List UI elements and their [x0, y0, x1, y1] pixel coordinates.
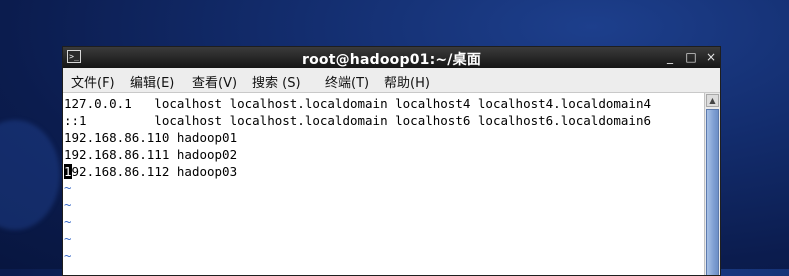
menu-help[interactable]: 帮助(H) [384, 72, 430, 91]
terminal-content[interactable]: 127.0.0.1 localhost localhost.localdomai… [63, 93, 704, 275]
terminal-line: 192.168.86.111 hadoop02 [64, 147, 238, 162]
terminal-line: 127.0.0.1 localhost localhost.localdomai… [64, 96, 651, 111]
empty-line-marker: ~ [64, 180, 72, 195]
terminal-line: ::1 localhost localhost.localdomain loca… [64, 113, 651, 128]
terminal-line-cursor: 192.168.86.112 hadoop03 [64, 163, 237, 180]
empty-line-marker: ~ [64, 214, 72, 229]
text-cursor: 1 [64, 164, 72, 179]
menu-terminal[interactable]: 终端(T) [325, 72, 369, 91]
maximize-button[interactable]: □ [683, 48, 699, 66]
terminal-line-text: 92.168.86.112 hadoop03 [71, 164, 238, 179]
window-title: root@hadoop01:~/桌面 [301, 52, 482, 68]
menu-bar: 文件(F) 编辑(E) 查看(V) 搜索 (S) 终端(T) 帮助(H) [63, 68, 720, 93]
desktop-background-glow [0, 120, 60, 230]
empty-line-marker: ~ [64, 248, 72, 263]
minimize-button[interactable]: _ [662, 48, 678, 66]
terminal-line: 192.168.86.110 hadoop01 [64, 130, 238, 145]
empty-line-marker: ~ [64, 197, 72, 212]
terminal-window[interactable]: >_ root@hadoop01:~/桌面 _ □ × 文件(F) 编辑(E) … [62, 46, 721, 276]
menu-edit[interactable]: 编辑(E) [130, 72, 174, 91]
menu-file[interactable]: 文件(F) [71, 72, 115, 91]
vertical-scrollbar[interactable]: ▲ [704, 93, 720, 275]
menu-view[interactable]: 查看(V) [192, 72, 237, 91]
window-titlebar[interactable]: >_ root@hadoop01:~/桌面 _ □ × [63, 47, 720, 68]
menu-search[interactable]: 搜索 (S) [252, 72, 301, 91]
scroll-up-arrow-icon[interactable]: ▲ [706, 94, 719, 107]
empty-line-marker: ~ [64, 231, 72, 246]
scrollbar-thumb[interactable] [706, 109, 719, 275]
close-button[interactable]: × [703, 48, 719, 66]
